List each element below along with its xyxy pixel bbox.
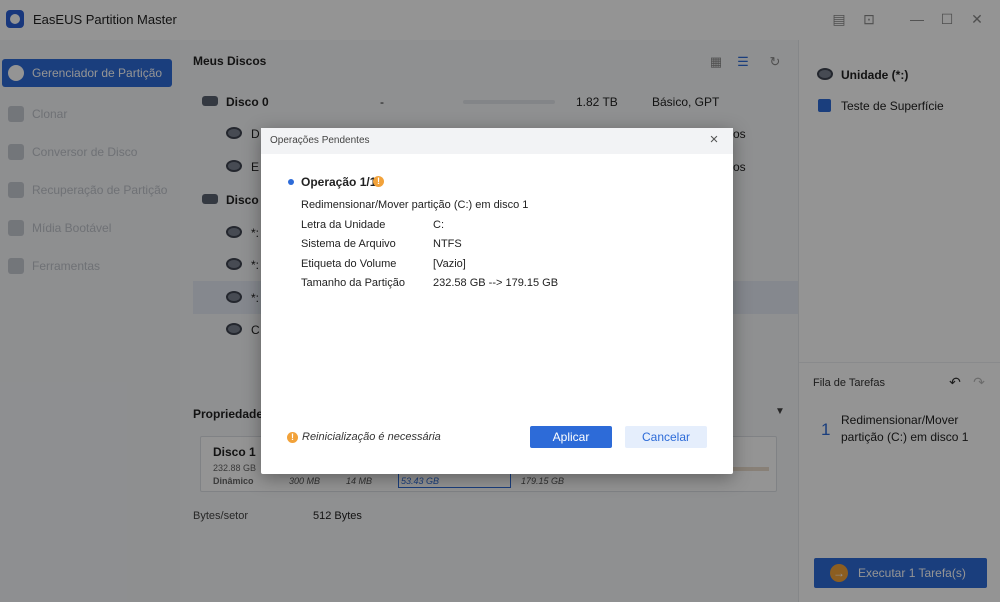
restart-required-note: Reinicialização é necessária: [302, 431, 441, 443]
bullet-icon: [288, 179, 294, 185]
detail-value: [Vazio]: [433, 258, 466, 270]
detail-label: Sistema de Arquivo: [301, 238, 396, 250]
detail-value: 232.58 GB --> 179.15 GB: [433, 277, 559, 289]
operation-title: Operação 1/1: [301, 175, 377, 189]
detail-value: NTFS: [433, 238, 462, 250]
detail-value: C:: [433, 219, 444, 231]
detail-label: Etiqueta do Volume: [301, 258, 397, 270]
cancel-button[interactable]: Cancelar: [625, 426, 707, 448]
pending-operations-dialog: Operações Pendentes × Operação 1/1 ! Red…: [261, 128, 733, 474]
operation-description: Redimensionar/Mover partição (C:) em dis…: [301, 199, 529, 211]
detail-label: Tamanho da Partição: [301, 277, 405, 289]
dialog-header: Operações Pendentes ×: [261, 128, 733, 154]
warning-icon: !: [287, 432, 298, 443]
dialog-title: Operações Pendentes: [270, 135, 370, 146]
detail-label: Letra da Unidade: [301, 219, 386, 231]
close-icon[interactable]: ×: [706, 132, 722, 148]
apply-button[interactable]: Aplicar: [530, 426, 612, 448]
warning-icon: !: [373, 176, 384, 187]
